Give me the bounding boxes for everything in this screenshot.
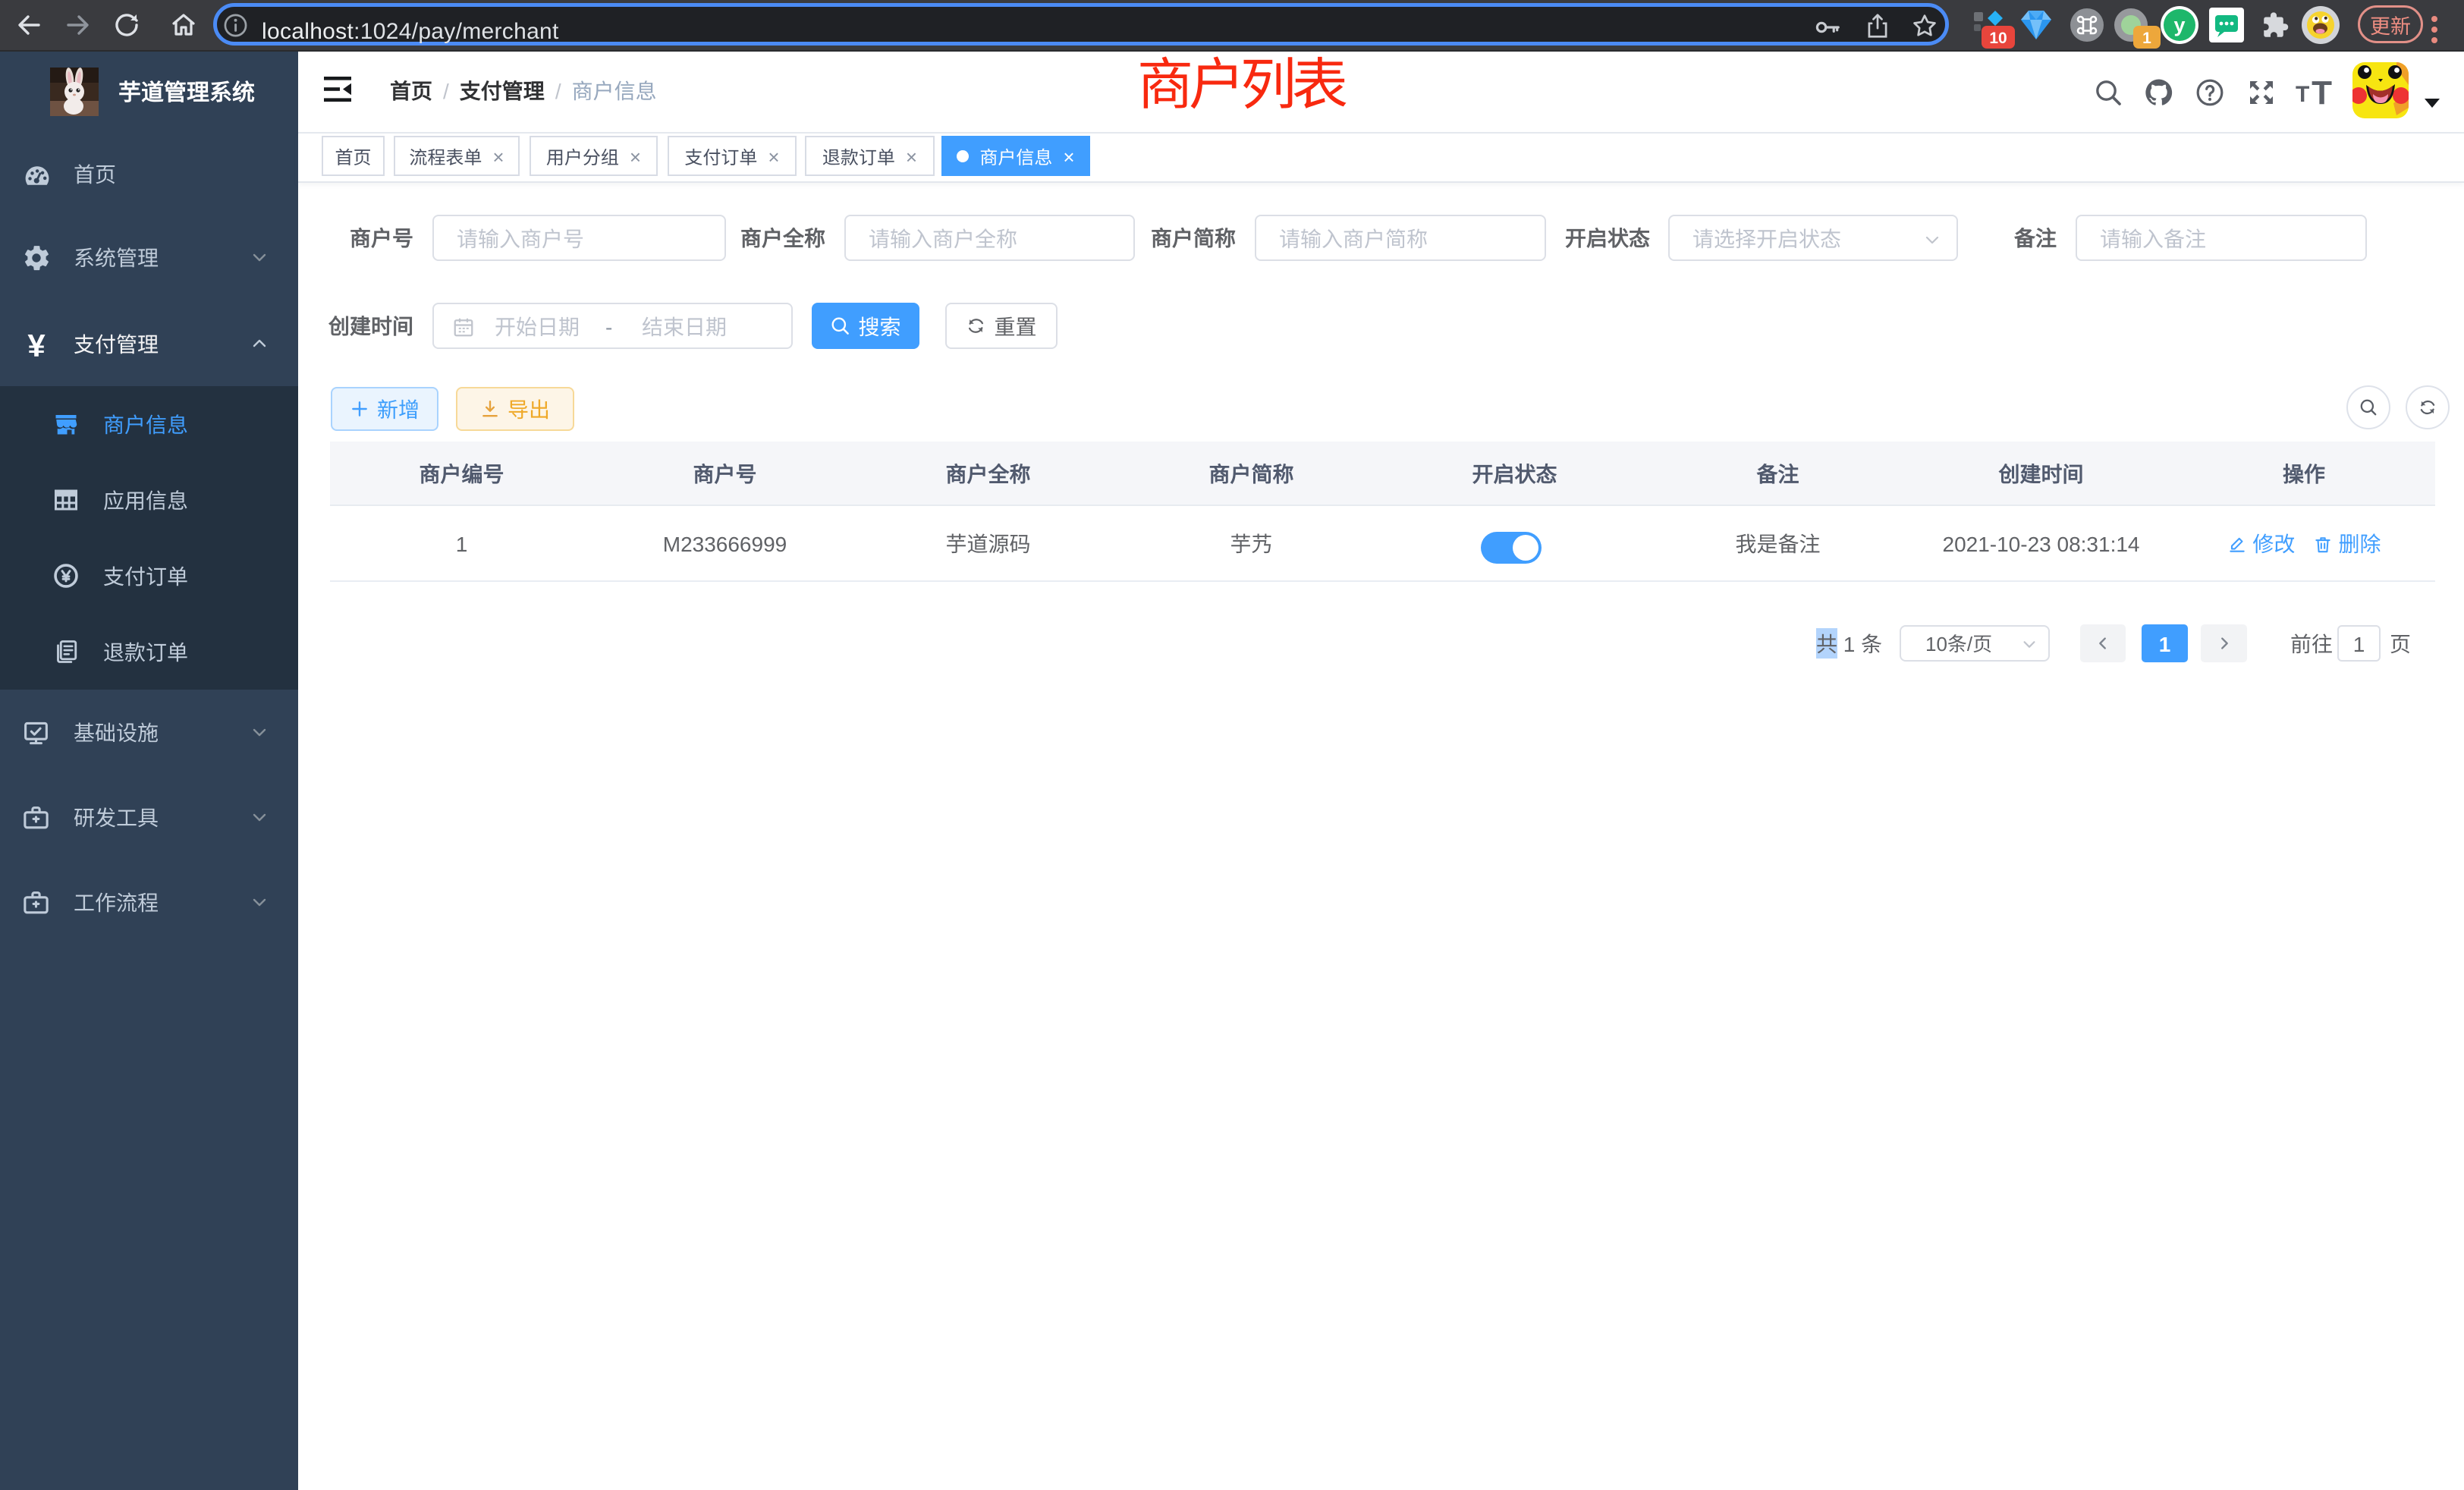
svg-text:y: y	[2173, 14, 2185, 36]
